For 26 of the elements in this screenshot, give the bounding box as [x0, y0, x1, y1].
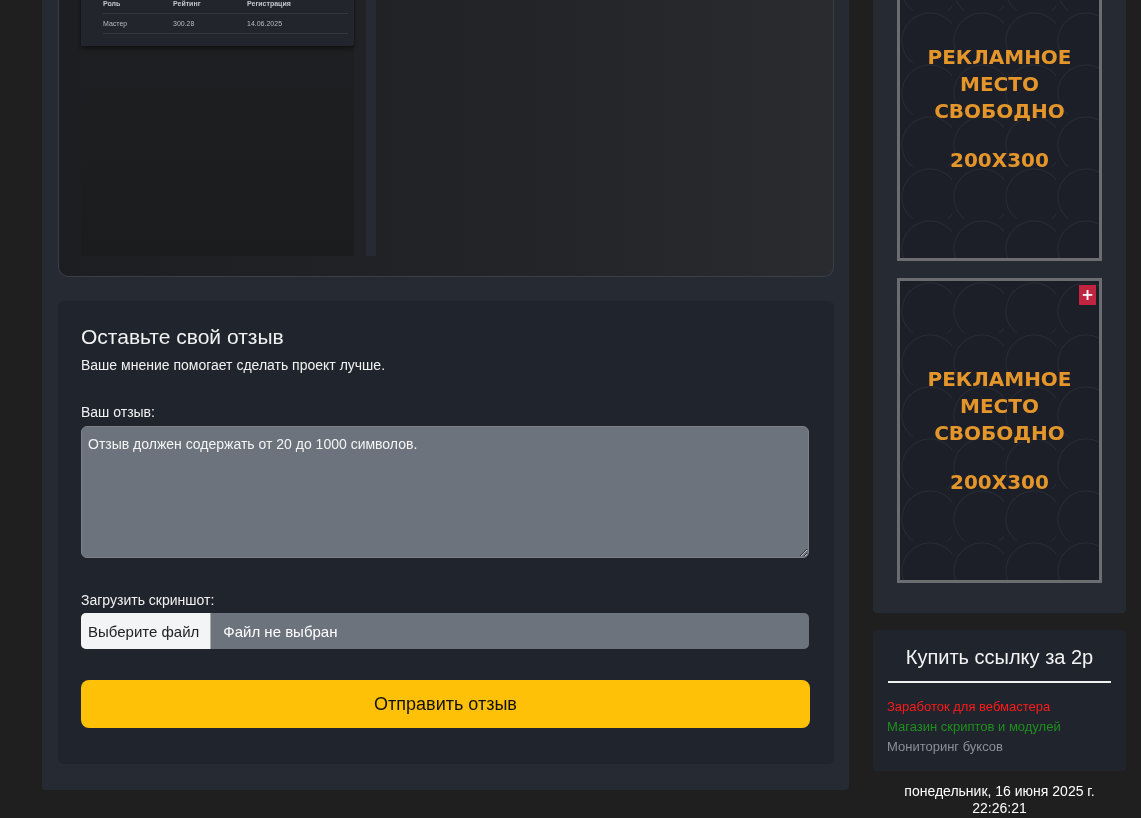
ad-text: МЕСТО	[960, 392, 1039, 420]
ad-text: МЕСТО	[960, 70, 1039, 98]
card-title: Купить ссылку за 2р	[904, 646, 1095, 669]
time-text: 22:26:21	[972, 800, 1027, 816]
sidebar-link[interactable]: Магазин скриптов и модулей	[887, 717, 1112, 737]
ad-text: СВОБОДНО	[934, 97, 1065, 125]
sidebar-link[interactable]: Заработок для вебмастера	[887, 697, 1112, 717]
ad-banner[interactable]: РЕКЛАМНОЕ МЕСТО СВОБОДНО 200X300	[897, 0, 1102, 261]
form-subtitle: Ваше мнение помогает сделать проект лучше.	[81, 357, 386, 373]
file-status: Файл не выбран	[222, 621, 338, 642]
date-text: понедельник, 16 июня 2025 г.	[904, 783, 1095, 799]
add-badge[interactable]: +	[1079, 285, 1096, 305]
ad-text: РЕКЛАМНОЕ	[927, 43, 1072, 71]
choose-file-button[interactable]: Выберите файл	[81, 613, 212, 649]
field-label: Ваш отзыв:	[81, 404, 156, 420]
ad-size: 200X300	[950, 468, 1049, 496]
submit-button[interactable]: Отправить отзыв	[81, 680, 810, 728]
ad-text: РЕКЛАМНОЕ	[927, 365, 1072, 393]
field-label: Загрузить скриншот:	[81, 592, 216, 608]
ad-banner[interactable]: + РЕКЛАМНОЕ МЕСТО СВОБОДНО 200X300	[897, 278, 1102, 583]
ad-text: СВОБОДНО	[934, 419, 1065, 447]
file-input[interactable]: Выберите файл Файл не выбран	[81, 613, 809, 649]
form-title: Оставьте свой отзыв	[81, 325, 285, 349]
review-field[interactable]: Отзыв должен содержать от 20 до 1000 символов.	[81, 426, 809, 558]
sidebar-link[interactable]: Мониторинг буксов	[887, 737, 1112, 757]
ad-size: 200X300	[950, 146, 1049, 174]
